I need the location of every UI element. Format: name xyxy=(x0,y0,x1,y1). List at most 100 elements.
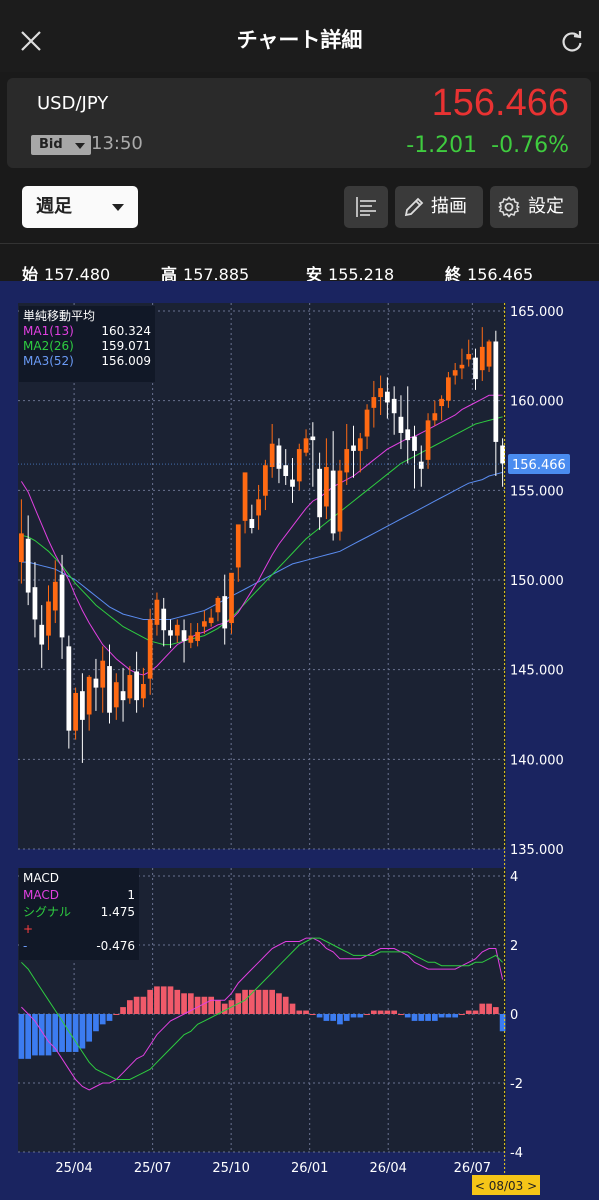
macd-histogram-bar xyxy=(154,986,160,1014)
macd-histogram-bar xyxy=(486,1003,492,1014)
candle-body xyxy=(59,574,65,638)
candle-body xyxy=(46,601,51,636)
macd-histogram-bar xyxy=(99,1014,106,1025)
macd-histogram-bar xyxy=(65,1014,72,1052)
macd-histogram-bar xyxy=(167,986,174,1014)
date-tick-label: 25/04 xyxy=(55,1161,92,1176)
candle-body xyxy=(378,388,383,398)
macd-histogram-bar xyxy=(140,996,147,1014)
candle-body xyxy=(80,691,85,720)
candle-body xyxy=(324,467,329,507)
price-plot-bg xyxy=(18,303,506,849)
macd-legend: MACD MACD 1 シグナル 1.475 + - -0.476 xyxy=(19,868,139,960)
macd-histogram-bar xyxy=(181,993,187,1014)
candle-body xyxy=(296,449,302,482)
candle-body xyxy=(385,391,390,403)
cursor-date-label: < 08/03 > xyxy=(475,1179,537,1193)
macd-histogram-bar xyxy=(106,1014,113,1021)
macd-histogram-bar xyxy=(255,989,262,1014)
macd-histogram-bar xyxy=(160,986,167,1014)
macd-histogram-bar xyxy=(303,1010,309,1014)
price-tick-label: 135.000 xyxy=(510,843,564,858)
macd-histogram-bar xyxy=(174,989,181,1014)
candle-body xyxy=(263,465,268,496)
macd-histogram-bar xyxy=(215,1000,221,1014)
candle-body xyxy=(86,676,92,715)
candle-body xyxy=(235,524,241,568)
candle-body xyxy=(19,533,24,563)
candle-body xyxy=(120,691,126,701)
macd-histogram-bar xyxy=(384,1010,391,1014)
ma3-legend: MA3(52) 156.009 xyxy=(23,354,151,368)
date-tick-label: 25/07 xyxy=(134,1161,171,1176)
candle-body xyxy=(168,630,173,636)
macd-histogram-bar xyxy=(296,1010,303,1014)
macd-tick-label: 2 xyxy=(510,939,518,954)
candle-body xyxy=(290,479,295,487)
candle-body xyxy=(256,499,261,516)
macd-histogram-bar xyxy=(262,989,269,1014)
candle-body xyxy=(127,675,133,699)
macd-histogram-bar xyxy=(479,1003,486,1014)
candle-body xyxy=(371,397,377,408)
candle-body xyxy=(486,341,492,367)
macd-histogram-bar xyxy=(147,989,154,1014)
candle-body xyxy=(466,354,472,360)
ma1-legend: MA1(13) 160.324 xyxy=(23,324,151,338)
macd-histogram-bar xyxy=(377,1010,384,1014)
candle-body xyxy=(425,420,431,460)
candle-body xyxy=(269,443,275,468)
candle-body xyxy=(202,621,207,627)
date-tick-label: 26/04 xyxy=(369,1161,406,1176)
macd-histogram-bar xyxy=(465,1010,472,1014)
price-tick-label: 160.000 xyxy=(510,395,564,410)
candle-body xyxy=(473,357,478,380)
candle-body xyxy=(459,364,465,369)
macd-line-legend: MACD 1 xyxy=(23,888,135,902)
macd-histogram-bar xyxy=(79,1014,86,1049)
macd-legend-title: MACD xyxy=(23,871,59,885)
macd-histogram-bar xyxy=(120,1007,126,1014)
macd-histogram-bar xyxy=(431,1014,438,1021)
price-chart[interactable]: 165.000 160.000 155.000 150.000 145.000 140.0… xyxy=(0,0,599,1200)
macd-tick-label: 0 xyxy=(510,1008,518,1023)
candle-body xyxy=(93,678,99,688)
macd-histogram-bar xyxy=(472,1010,479,1014)
macd-histogram-bar xyxy=(425,1014,431,1021)
macd-histogram-bar xyxy=(133,996,140,1014)
date-tick-label: 26/01 xyxy=(291,1161,328,1176)
candle-body xyxy=(52,581,58,611)
macd-histogram-bar xyxy=(269,989,276,1014)
candle-body xyxy=(276,445,282,469)
macd-histogram-bar xyxy=(398,1014,404,1015)
macd-histogram-bar xyxy=(391,1010,398,1014)
candle-body xyxy=(100,660,106,688)
plus-legend: + xyxy=(23,922,34,936)
candle-body xyxy=(25,538,31,593)
macd-histogram-bar xyxy=(282,996,289,1014)
candle-body xyxy=(283,465,289,476)
candle-body xyxy=(195,632,200,641)
macd-histogram-bar xyxy=(330,1014,337,1021)
macd-histogram-bar xyxy=(370,1010,377,1014)
candle-body xyxy=(107,666,112,713)
macd-histogram-bar xyxy=(45,1014,52,1056)
candle-body xyxy=(229,572,234,624)
macd-histogram-bar xyxy=(242,989,248,1014)
candle-body xyxy=(188,635,194,643)
candle-body xyxy=(418,461,424,469)
candle-body xyxy=(337,470,343,532)
price-tick-label: 150.000 xyxy=(510,574,564,589)
candle-body xyxy=(154,599,160,625)
candle-body xyxy=(249,519,255,528)
candle-body xyxy=(208,617,214,624)
macd-histogram-bar xyxy=(18,1014,25,1059)
candle-body xyxy=(113,682,119,708)
macd-histogram-bar xyxy=(418,1014,425,1021)
price-tick-label: 145.000 xyxy=(510,664,564,679)
macd-histogram-bar xyxy=(309,1014,316,1015)
candle-body xyxy=(398,416,404,433)
candle-body xyxy=(439,398,444,407)
macd-histogram-bar xyxy=(364,1014,370,1015)
candle-body xyxy=(242,472,248,521)
